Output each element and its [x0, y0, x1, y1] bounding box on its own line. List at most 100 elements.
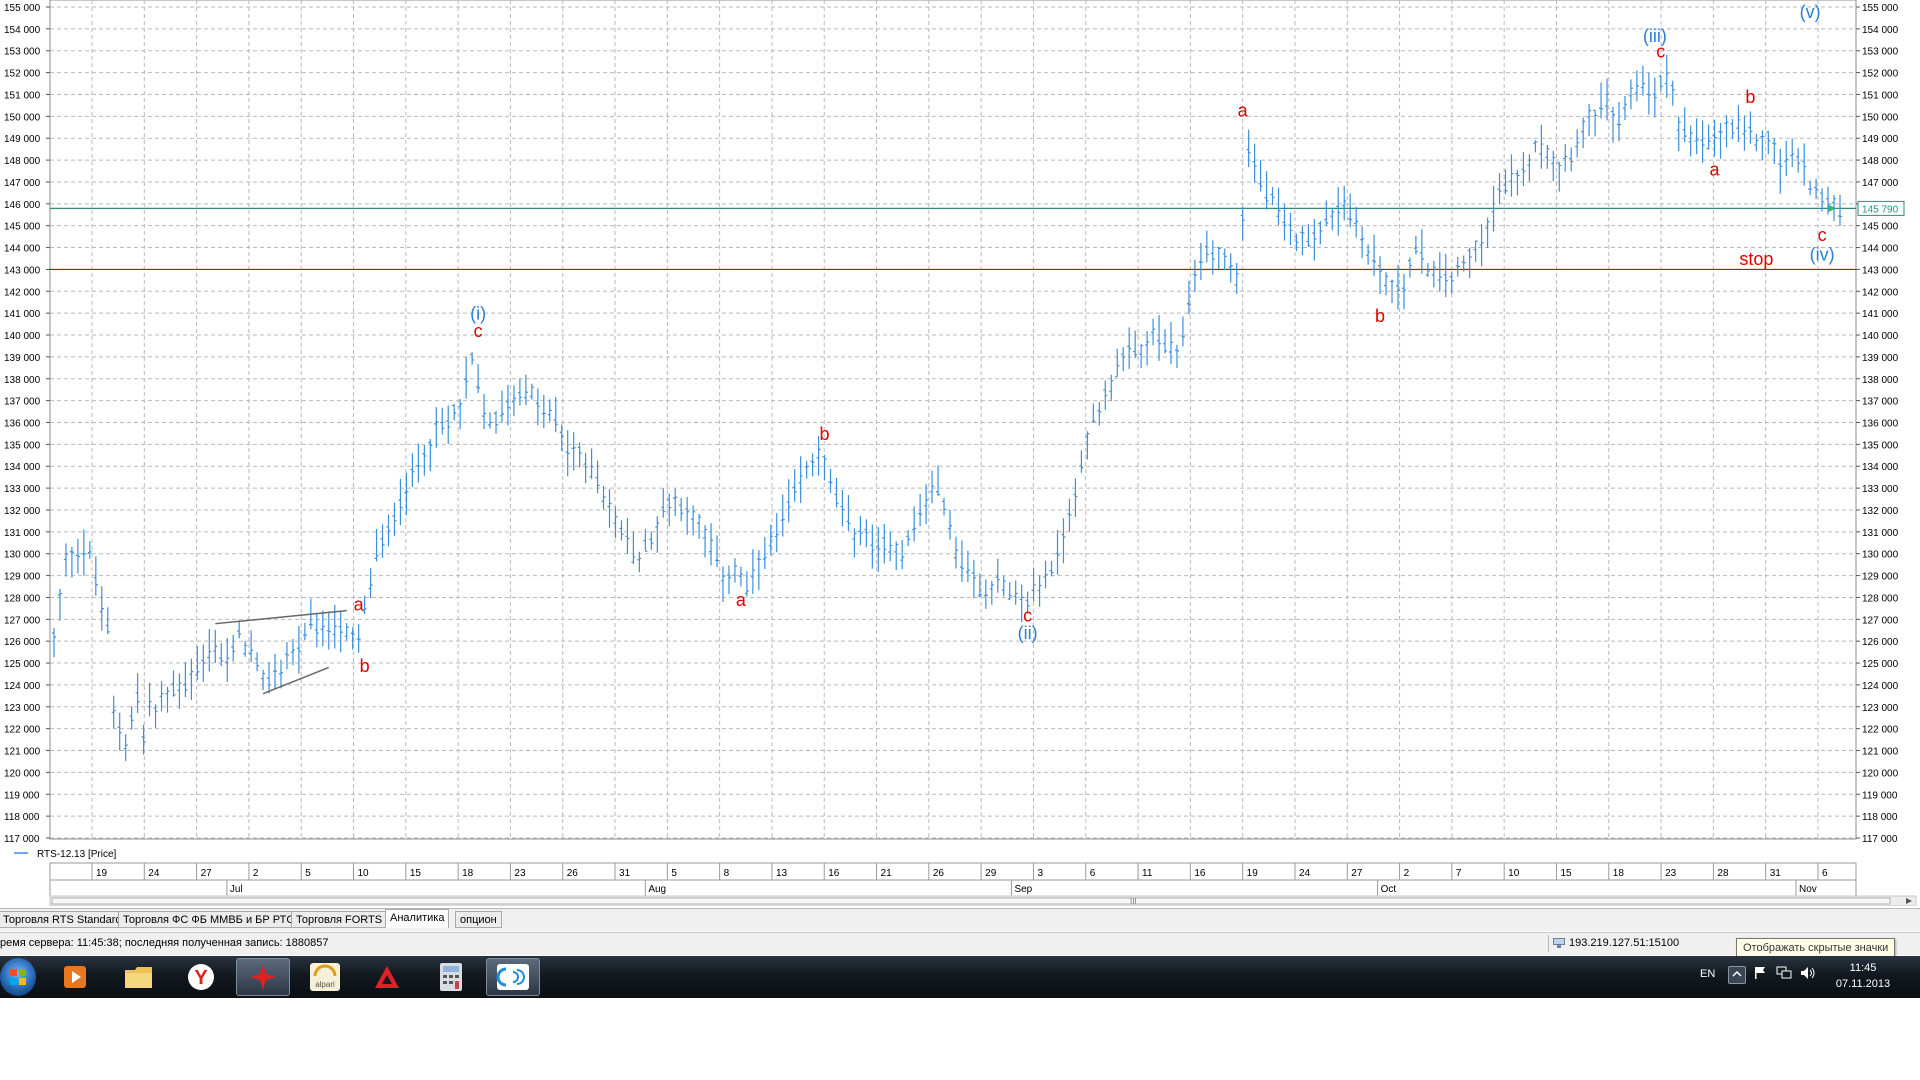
- y-tick-label-left: 132 000: [4, 506, 41, 517]
- y-tick-label-left: 122 000: [4, 725, 41, 736]
- x-tick-label: 2: [1404, 868, 1410, 879]
- y-tick-label-left: 145 000: [4, 222, 41, 233]
- y-tick-label-left: 128 000: [4, 593, 41, 604]
- y-tick-label-left: 147 000: [4, 178, 41, 189]
- calculator-icon[interactable]: [424, 958, 478, 996]
- y-tick-label-left: 125 000: [4, 659, 41, 670]
- y-tick-label-right: 151 000: [1862, 90, 1899, 101]
- alor-icon[interactable]: [360, 958, 414, 996]
- y-tick-label-left: 153 000: [4, 47, 41, 58]
- x-tick-label: 5: [305, 868, 311, 879]
- y-tick-label-right: 128 000: [1862, 593, 1899, 604]
- y-tick-label-right: 141 000: [1862, 309, 1899, 320]
- y-tick-label-right: 144 000: [1862, 244, 1899, 255]
- network-icon[interactable]: [1776, 966, 1792, 982]
- svg-text:Y: Y: [194, 967, 208, 989]
- tab-forts[interactable]: Торговля FORTS: [291, 911, 388, 928]
- taskbar-clock[interactable]: 11:45 07.11.2013: [1832, 960, 1894, 992]
- y-tick-label-right: 125 000: [1862, 659, 1899, 670]
- tab-analytics[interactable]: Аналитика: [385, 909, 450, 928]
- show-hidden-icons-button[interactable]: [1728, 966, 1746, 984]
- analytics-app-icon[interactable]: [486, 958, 540, 996]
- y-tick-label-left: 137 000: [4, 397, 41, 408]
- wave-label: (v): [1800, 2, 1821, 22]
- y-tick-label-right: 153 000: [1862, 47, 1899, 58]
- wave-label: a: [354, 595, 365, 615]
- y-tick-label-right: 137 000: [1862, 397, 1899, 408]
- x-tick-label: 3: [1037, 868, 1043, 879]
- wave-label: a: [1238, 100, 1249, 120]
- x-tick-label: 31: [619, 868, 631, 879]
- y-tick-label-left: 142 000: [4, 287, 41, 298]
- y-tick-label-right: 131 000: [1862, 528, 1899, 539]
- x-tick-label: 10: [358, 868, 370, 879]
- x-tick-label: 15: [410, 868, 422, 879]
- y-tick-label-right: 143 000: [1862, 265, 1899, 276]
- flag-icon[interactable]: [1752, 966, 1768, 982]
- alpari-icon[interactable]: alpari: [298, 958, 352, 996]
- x-tick-label: 26: [567, 868, 579, 879]
- y-tick-label-right: 126 000: [1862, 637, 1899, 648]
- language-indicator[interactable]: EN: [1700, 968, 1715, 980]
- y-tick-label-right: 140 000: [1862, 331, 1899, 342]
- y-tick-label-left: 119 000: [4, 790, 40, 801]
- tab-option[interactable]: опцион: [455, 911, 502, 928]
- wave-label: c: [1818, 225, 1827, 245]
- y-tick-label-left: 138 000: [4, 375, 41, 386]
- y-tick-label-right: 136 000: [1862, 419, 1899, 430]
- y-tick-label-right: 129 000: [1862, 572, 1899, 583]
- file-explorer-icon[interactable]: [112, 958, 166, 996]
- y-tick-label-left: 133 000: [4, 484, 41, 495]
- x-tick-label: 19: [1247, 868, 1259, 879]
- wave-label: stop: [1739, 249, 1773, 269]
- y-tick-label-left: 152 000: [4, 69, 41, 80]
- tab-fs-fb-mmvb[interactable]: Торговля ФС ФБ ММВБ и БР РТС: [118, 911, 300, 928]
- yandex-browser-icon[interactable]: Y: [174, 958, 228, 996]
- y-tick-label-right: 117 000: [1862, 834, 1898, 845]
- x-tick-label: 31: [1770, 868, 1782, 879]
- media-player-icon[interactable]: [48, 958, 102, 996]
- y-tick-label-right: 118 000: [1862, 812, 1898, 823]
- y-tick-label-left: 121 000: [4, 747, 41, 758]
- x-tick-label: 13: [776, 868, 788, 879]
- y-tick-label-left: 124 000: [4, 681, 41, 692]
- y-tick-label-left: 123 000: [4, 703, 41, 714]
- y-tick-label-right: 150 000: [1862, 112, 1899, 123]
- y-tick-label-left: 134 000: [4, 462, 41, 473]
- month-label: Jul: [230, 884, 243, 895]
- x-tick-label: 11: [1142, 868, 1153, 879]
- tab-rts-standard[interactable]: Торговля RTS Standard: [0, 911, 127, 928]
- wave-label: a: [1710, 159, 1721, 179]
- x-tick-label: 8: [724, 868, 730, 879]
- x-tick-label: 29: [985, 868, 997, 879]
- x-tick-label: 10: [1508, 868, 1520, 879]
- server-connection[interactable]: 193.219.127.51:15100: [1548, 935, 1685, 952]
- y-tick-label-left: 151 000: [4, 90, 41, 101]
- chart-scrollbar[interactable]: III: [49, 895, 1917, 906]
- x-tick-label: 28: [1717, 868, 1729, 879]
- y-tick-label-right: 124 000: [1862, 681, 1899, 692]
- y-tick-label-right: 148 000: [1862, 156, 1899, 167]
- x-tick-label: 6: [1090, 868, 1096, 879]
- y-tick-label-right: 132 000: [1862, 506, 1899, 517]
- y-tick-label-left: 146 000: [4, 200, 41, 211]
- wave-label: b: [1375, 306, 1385, 326]
- x-tick-label: 26: [933, 868, 945, 879]
- y-tick-label-left: 118 000: [4, 812, 40, 823]
- y-tick-label-right: 155 000: [1862, 3, 1899, 14]
- windows-taskbar: Y alpari EN 11:45 07.11.2013: [0, 956, 1920, 998]
- trading-terminal-icon[interactable]: [236, 958, 290, 996]
- month-label: Oct: [1381, 884, 1397, 895]
- hidden-icons-tooltip: Отображать скрытые значки: [1736, 938, 1896, 958]
- y-tick-label-left: 117 000: [4, 834, 40, 845]
- y-tick-label-left: 126 000: [4, 637, 41, 648]
- y-tick-label-left: 127 000: [4, 615, 41, 626]
- empty-area: [0, 998, 1920, 1080]
- scrollbar-thumb[interactable]: [51, 897, 1891, 905]
- price-chart[interactable]: 117 000 117 000 118 000 118 000 119 000 119 0…: [0, 0, 1920, 906]
- volume-icon[interactable]: [1800, 966, 1816, 982]
- start-button[interactable]: [0, 958, 36, 996]
- y-tick-label-left: 149 000: [4, 134, 41, 145]
- y-tick-label-left: 144 000: [4, 244, 41, 255]
- y-tick-label-right: 123 000: [1862, 703, 1899, 714]
